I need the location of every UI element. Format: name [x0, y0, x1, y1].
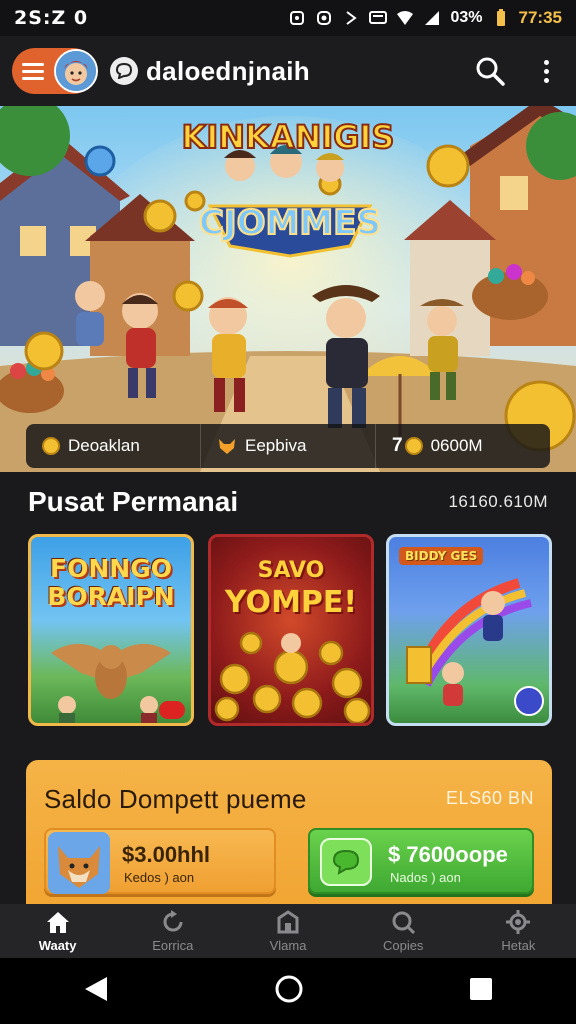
wallet-balance-coins[interactable]: $3.00hhl Kedos ) aon: [44, 828, 276, 894]
game-card-art: [406, 578, 544, 716]
home-icon: [44, 909, 72, 935]
recents-icon[interactable]: [469, 977, 493, 1006]
hero-stat-2[interactable]: Eepbiva: [200, 424, 375, 468]
nav-label: Eorrica: [152, 938, 194, 953]
nav-item-store[interactable]: Vlama: [230, 904, 345, 958]
signal-icon: [423, 9, 441, 27]
battery-icon: [492, 9, 510, 27]
chat-bubble-icon[interactable]: [110, 57, 138, 85]
coin-icon: [42, 437, 60, 455]
game-card-art: [214, 631, 371, 723]
nav-label: Vlama: [269, 938, 307, 953]
fox-icon: [44, 826, 114, 903]
wifi-icon: [396, 9, 414, 27]
app-title: daloednjnaih: [146, 55, 310, 86]
battery-percent: 03%: [450, 9, 483, 26]
status-bar: 2S:Z 0 03% 77:35: [0, 0, 576, 36]
game-card[interactable]: FONNGO BORAIPN: [28, 534, 194, 726]
message-icon: [369, 9, 388, 27]
more-vertical-icon[interactable]: [528, 51, 564, 91]
game-card-title: FONNGO BORAIPN: [47, 554, 175, 611]
refresh-icon: [159, 909, 187, 935]
hero-stats-bar: Deoaklan Eepbiva 7 0600M: [26, 424, 550, 468]
record-icon: [315, 9, 333, 27]
wallet-meta: ELS60 BN: [445, 788, 534, 808]
wallet-title: Saldo Dompett pueme: [44, 784, 307, 814]
link-icon: [342, 9, 360, 27]
fox-icon: [217, 437, 237, 455]
nav-item-home[interactable]: Waaty: [0, 904, 115, 958]
status-icons: 03% 77:35: [288, 8, 562, 28]
wallet-balance-cash[interactable]: $ 7600oope Nados ) aon: [308, 828, 534, 894]
home-button-icon[interactable]: [274, 974, 304, 1009]
wallet-amount: $ 7600oope: [388, 842, 508, 867]
hero-banner[interactable]: KINKANIGIS CJOMMES Deoaklan Eepbiva 7 06…: [0, 106, 576, 472]
nav-label: Copies: [382, 938, 424, 953]
wallet-amount-sub: Kedos ) aon: [124, 870, 195, 885]
status-clock: 77:35: [518, 8, 562, 27]
search-icon[interactable]: [470, 51, 510, 91]
gear-icon: [504, 909, 532, 935]
status-time: 2S:Z 0: [14, 7, 89, 29]
hero-illustration: KINKANIGIS CJOMMES: [0, 106, 576, 472]
nav-label: Waaty: [38, 938, 77, 953]
app-bar: daloednjnaih: [0, 36, 576, 106]
menu-button[interactable]: [12, 48, 98, 94]
hero-stat-label: Deoaklan: [68, 436, 140, 455]
section-title: Pusat Permanai: [28, 486, 239, 517]
game-card[interactable]: BIDDY GES: [386, 534, 552, 726]
game-card-art: [51, 643, 185, 723]
store-icon: [274, 909, 302, 935]
menu-icon: [22, 59, 44, 84]
banner-title-line1: KINKANIGIS: [182, 118, 395, 156]
coin-icon: [404, 437, 423, 455]
notification-icon: [288, 9, 306, 27]
avatar[interactable]: [54, 49, 98, 93]
game-card[interactable]: SAVO YOMPE!: [208, 534, 374, 726]
nav-item-refresh[interactable]: Eorrica: [115, 904, 230, 958]
search-icon: [389, 909, 417, 935]
nav-item-settings[interactable]: Hetak: [461, 904, 576, 958]
hero-stat-3[interactable]: 7 0600M: [375, 424, 550, 468]
hero-stat-label: 0600M: [430, 436, 483, 455]
banner-title-line2: CJOMMES: [199, 203, 381, 243]
bottom-navigation: Waaty Eorrica Vlama Copies Hetak: [0, 904, 576, 958]
hero-stat-1[interactable]: Deoaklan: [26, 424, 200, 468]
system-navigation-bar: [0, 958, 576, 1024]
section-header: Pusat Permanai 16160.610M: [28, 486, 548, 518]
section-meta: 16160.610M: [448, 492, 548, 511]
back-icon[interactable]: [83, 975, 109, 1008]
hero-stat-prefix: 7: [392, 435, 403, 456]
wallet-panel: Saldo Dompett pueme ELS60 BN $3.00hhl Ke…: [26, 760, 552, 920]
game-card-list: FONNGO BORAIPN SAVO YOMPE! BIDDY GES: [28, 534, 552, 726]
hero-stat-label: Eepbiva: [245, 436, 307, 455]
chat-bubble-icon: [320, 838, 372, 886]
wallet-amount: $3.00hhl: [122, 842, 211, 867]
nav-label: Hetak: [501, 938, 536, 953]
wallet-amount-sub: Nados ) aon: [390, 870, 461, 885]
nav-item-search[interactable]: Copies: [346, 904, 461, 958]
